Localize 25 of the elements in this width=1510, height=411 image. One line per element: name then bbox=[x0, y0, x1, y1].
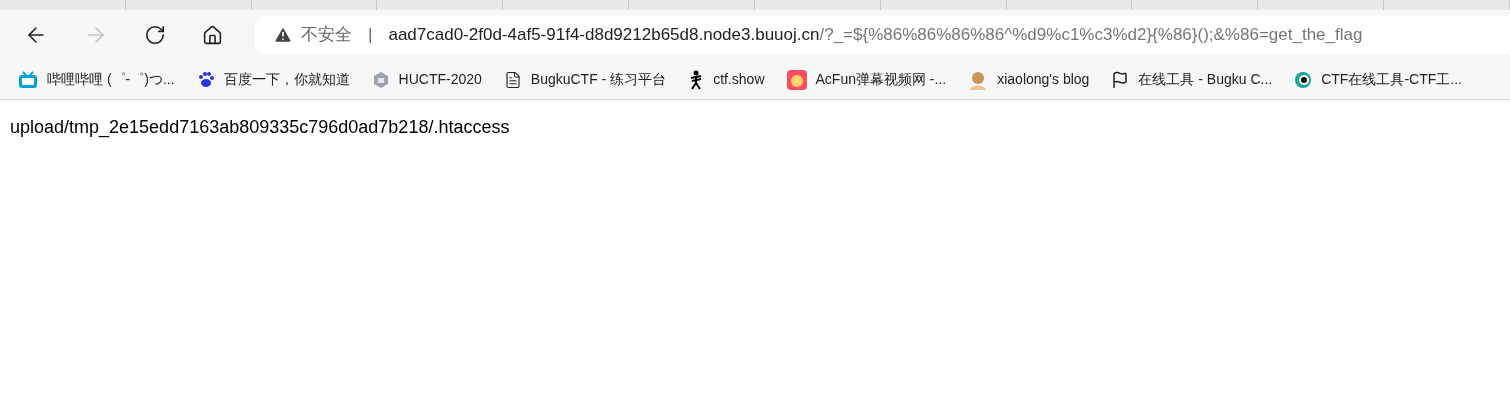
avatar-icon bbox=[968, 69, 989, 90]
home-icon bbox=[202, 24, 223, 46]
separator: | bbox=[368, 24, 373, 47]
reload-icon bbox=[144, 24, 166, 46]
address-field[interactable]: 不安全 | aad7cad0-2f0d-4af5-91f4-d8d9212b65d8.node3.buuoj.cn/?_=${%86%86%86%86^%d9%c1%c3%d2}{%86}();&%86=get_the_flag bbox=[255, 16, 1510, 54]
bookmark-item[interactable]: 在线工具 - Bugku C... bbox=[1111, 69, 1273, 90]
face-icon bbox=[786, 69, 807, 90]
hexagon-icon bbox=[371, 70, 390, 89]
document-icon bbox=[503, 70, 522, 89]
bookmark-item[interactable]: xiaolong's blog bbox=[968, 69, 1090, 90]
url-host: aad7cad0-2f0d-4af5-91f4-d8d9212b65d8.node3.buuoj.cn bbox=[388, 24, 820, 47]
bookmark-item[interactable]: 百度一下，你就知道 bbox=[196, 69, 350, 90]
paw-icon bbox=[196, 70, 215, 89]
eye-icon bbox=[1294, 70, 1313, 89]
url-path: /?_=${%86%86%86%86^%d9%c1%c3%d2}{%86}();&%86=get_the_flag bbox=[819, 24, 1363, 47]
page-text: upload/tmp_2e15edd7163ab809335c796d0ad7b218/.htaccess bbox=[10, 117, 510, 137]
tv-icon bbox=[18, 70, 38, 89]
bookmark-item[interactable]: 哔哩哔哩 (゜-゜)つ... bbox=[18, 69, 175, 90]
bookmark-item[interactable]: CTF在线工具-CTF工... bbox=[1294, 69, 1462, 90]
warning-icon bbox=[273, 25, 293, 45]
security-label: 不安全 bbox=[301, 24, 352, 47]
bookmark-item[interactable]: BugkuCTF - 练习平台 bbox=[503, 69, 667, 90]
bookmark-item[interactable]: AcFun弹幕视频网 -... bbox=[786, 69, 947, 90]
bookmark-item[interactable]: HUCTF-2020 bbox=[371, 69, 482, 90]
bookmark-item[interactable]: ctf.show bbox=[688, 69, 765, 90]
